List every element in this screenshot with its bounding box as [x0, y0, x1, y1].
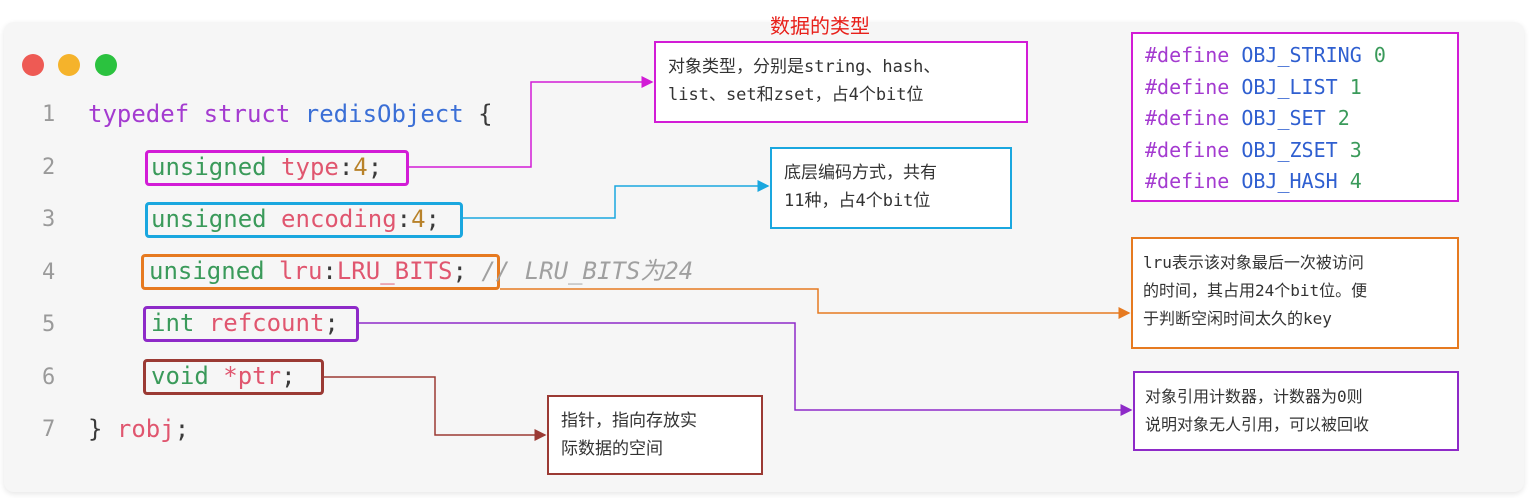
line-number: 2 [42, 155, 56, 180]
lru-comment: // LRU_BITS为24 [481, 257, 694, 285]
lru-note: lru表示该对象最后一次被访问 的时间，其占用24个bit位。便 于判断空闲时间… [1131, 237, 1459, 349]
code-line-6: void *ptr; [151, 362, 296, 390]
ptr-connector [324, 376, 547, 441]
define-row: #define OBJ_ZSET 3 [1145, 137, 1362, 162]
line-number: 4 [42, 260, 56, 285]
line-number: 3 [42, 207, 56, 232]
code-line-3: unsigned encoding:4; [151, 205, 440, 233]
define-row: #define OBJ_SET 2 [1145, 106, 1350, 130]
line-number: 7 [42, 417, 56, 442]
line-number: 1 [42, 102, 56, 127]
line-number: 6 [42, 365, 56, 390]
lru-connector [500, 288, 1131, 319]
define-row: #define OBJ_LIST 1 [1145, 74, 1362, 99]
code-line-4: unsigned lru:LRU_BITS; // LRU_BITS为24 [149, 257, 694, 285]
line-number: 5 [42, 312, 56, 337]
ptr-note: 指针，指向存放实 际数据的空间 [547, 395, 763, 475]
code-line-5: int refcount; [151, 309, 339, 337]
object-type-defines: #define OBJ_STRING 0 #define OBJ_LIST 1 #d… [1131, 32, 1459, 202]
encoding-connector [463, 180, 770, 219]
code-line-7: } robj; [88, 415, 190, 443]
encoding-note: 底层编码方式，共有 11种，占4个bit位 [770, 147, 1012, 229]
define-row: #define OBJ_HASH 4 [1145, 169, 1362, 193]
code-line-1: typedef struct redisObject { [88, 100, 493, 128]
refcount-note: 对象引用计数器，计数器为0则 说明对象无人引用，可以被回收 [1133, 371, 1459, 451]
type-note: 对象类型，分别是string、hash、 list、set和zset，占4个bi… [654, 41, 1028, 123]
code-line-2: unsigned type:4; [151, 153, 383, 181]
define-row: #define OBJ_STRING 0 [1145, 43, 1386, 67]
